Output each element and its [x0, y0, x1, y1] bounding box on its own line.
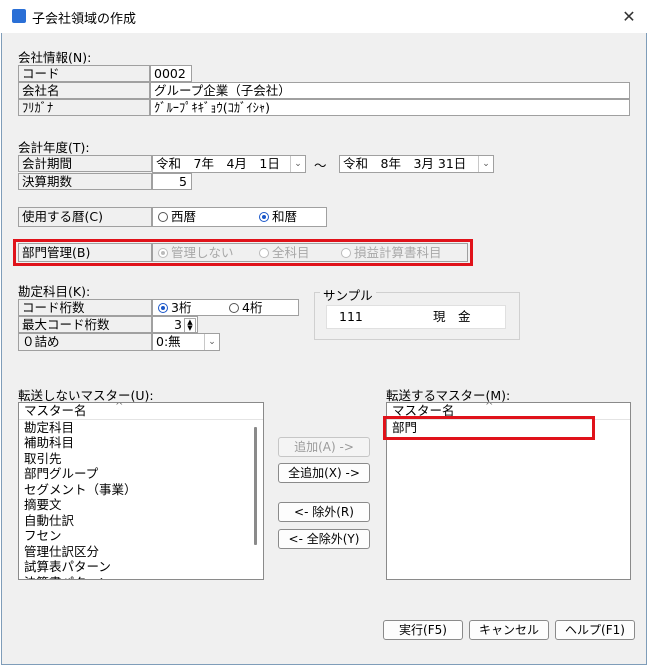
- radio-icon: [229, 303, 239, 313]
- sample-label: サンプル: [320, 285, 376, 304]
- period-label: 会計期間: [18, 155, 152, 172]
- stepper-arrows-icon[interactable]: ▲ ▼: [184, 318, 196, 332]
- list-item[interactable]: セグメント（事業）: [19, 482, 263, 498]
- transferred-item-highlight: [383, 416, 595, 440]
- radio-selected-icon: [158, 248, 168, 258]
- chevron-down-icon[interactable]: ⌄: [204, 334, 219, 350]
- radio-selected-icon: [158, 303, 168, 313]
- department-radio-group: 管理しない 全科目 損益計算書科目: [152, 243, 468, 262]
- chevron-down-icon[interactable]: ⌄: [290, 156, 305, 172]
- digits-label: コード桁数: [18, 299, 152, 316]
- department-option-all[interactable]: 全科目: [259, 244, 310, 261]
- zero-fill-label: ０詰め: [18, 333, 152, 351]
- sample-code: 111: [339, 309, 363, 324]
- department-option-none[interactable]: 管理しない: [158, 244, 234, 261]
- list-item[interactable]: 摘要文: [19, 497, 263, 513]
- period-count-label: 決算期数: [18, 173, 152, 190]
- calendar-radio-group: 西暦 和暦: [152, 207, 327, 227]
- company-name-label: 会社名: [18, 82, 150, 99]
- code-label: コード: [18, 65, 150, 82]
- list-item[interactable]: 勘定科目: [19, 420, 263, 436]
- account-section-label: 勘定科目(K):: [18, 284, 91, 299]
- zero-fill-value: 0:無: [156, 334, 181, 349]
- scrollbar-thumb[interactable]: [254, 427, 257, 545]
- radio-icon: [259, 248, 269, 258]
- remove-all-button[interactable]: <- 全除外(Y): [278, 529, 370, 549]
- radio-selected-icon: [259, 212, 269, 222]
- department-label: 部門管理(B): [18, 243, 152, 262]
- end-date-select[interactable]: 令和 8年 3月 31日 ⌄: [339, 155, 494, 173]
- app-icon: [12, 9, 26, 23]
- digits-option-4[interactable]: 4桁: [229, 300, 262, 315]
- zero-fill-select[interactable]: 0:無 ⌄: [152, 333, 220, 351]
- max-digits-stepper[interactable]: 3 ▲ ▼: [152, 316, 198, 333]
- digits-option-3[interactable]: 3桁: [158, 300, 191, 315]
- add-all-button[interactable]: 全追加(X) ->: [278, 463, 370, 483]
- fiscal-section-label: 会計年度(T):: [18, 140, 90, 155]
- end-date-value: 令和 8年 3月 31日: [343, 156, 467, 171]
- period-count-field[interactable]: 5: [152, 173, 192, 190]
- calendar-label: 使用する暦(C): [18, 207, 152, 227]
- calendar-option-japanese[interactable]: 和暦: [259, 208, 297, 226]
- digits-radio-group: 3桁 4桁: [152, 299, 299, 316]
- sort-ascending-icon: ^: [485, 402, 494, 412]
- department-option-pl[interactable]: 損益計算書科目: [341, 244, 442, 261]
- company-section-label: 会社情報(N):: [18, 50, 92, 65]
- list-item[interactable]: 自動仕訳: [19, 513, 263, 529]
- start-date-value: 令和 7年 4月 1日: [156, 156, 280, 171]
- close-icon[interactable]: ✕: [618, 6, 640, 28]
- radio-icon: [341, 248, 351, 258]
- list-item[interactable]: 取引先: [19, 451, 263, 467]
- run-button[interactable]: 実行(F5): [383, 620, 463, 640]
- untransferred-items: 勘定科目 補助科目 取引先 部門グループ セグメント（事業） 摘要文 自動仕訳 フセン 管理仕訳…: [19, 420, 263, 580]
- list-item[interactable]: 管理仕訳区分: [19, 544, 263, 560]
- company-name-field[interactable]: グループ企業（子会社）: [150, 82, 630, 99]
- code-field[interactable]: 0002: [150, 65, 192, 82]
- sample-account-name: 現 金: [433, 309, 471, 324]
- untransferred-list[interactable]: マスター名 ^ 勘定科目 補助科目 取引先 部門グループ セグメント（事業） 摘要文 自動仕…: [18, 402, 264, 580]
- list-item[interactable]: 決算書パターン: [19, 575, 263, 580]
- radio-icon: [158, 212, 168, 222]
- remove-button[interactable]: <- 除外(R): [278, 502, 370, 522]
- sample-preview: 111 現 金: [326, 305, 506, 329]
- sort-ascending-icon: ^: [115, 402, 124, 412]
- window-title: 子会社領域の作成: [32, 12, 137, 27]
- list-item[interactable]: 補助科目: [19, 435, 263, 451]
- start-date-select[interactable]: 令和 7年 4月 1日 ⌄: [152, 155, 306, 173]
- list-header[interactable]: マスター名 ^: [19, 403, 263, 420]
- cancel-button[interactable]: キャンセル: [469, 620, 549, 640]
- kana-field[interactable]: ｸﾞﾙｰﾌﾟｷｷﾞｮｳ(ｺｶﾞｲｼｬ): [150, 99, 630, 116]
- help-button[interactable]: ヘルプ(F1): [555, 620, 635, 640]
- chevron-down-icon[interactable]: ⌄: [478, 156, 493, 172]
- add-button[interactable]: 追加(A) ->: [278, 437, 370, 457]
- list-item[interactable]: 試算表パターン: [19, 559, 263, 575]
- date-range-separator: ～: [314, 158, 327, 173]
- list-item[interactable]: フセン: [19, 528, 263, 544]
- calendar-option-western[interactable]: 西暦: [158, 208, 196, 226]
- max-digits-label: 最大コード桁数: [18, 316, 152, 333]
- kana-label: ﾌﾘｶﾞﾅ: [18, 99, 150, 116]
- list-item[interactable]: 部門グループ: [19, 466, 263, 482]
